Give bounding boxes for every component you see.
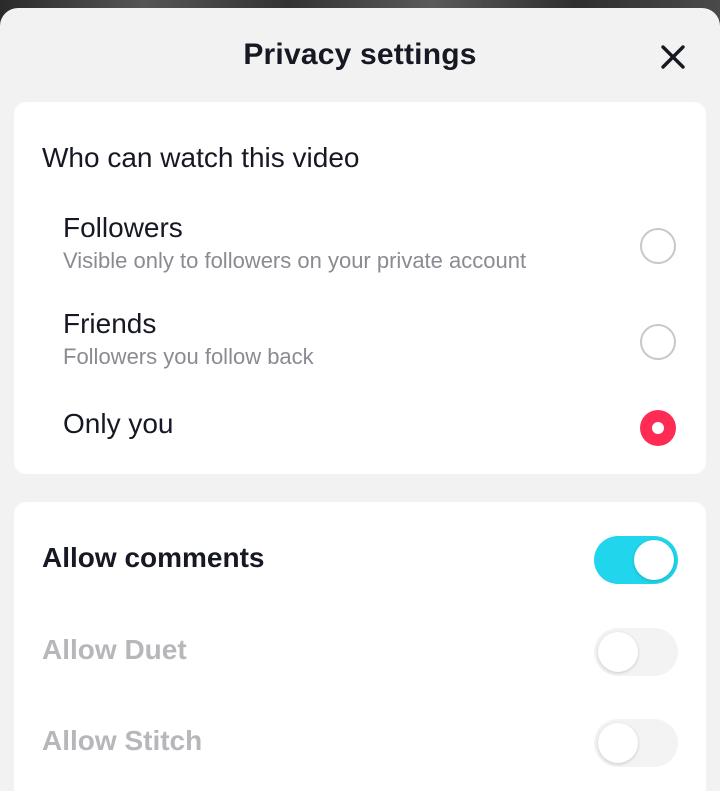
option-friends[interactable]: Friends Followers you follow back	[14, 294, 706, 374]
toggle-label: Allow Stitch	[42, 725, 203, 756]
toggle-knob	[634, 540, 674, 580]
close-icon	[661, 45, 685, 69]
sheet-header: Privacy settings	[0, 8, 720, 100]
section-title-who-can-watch: Who can watch this video	[42, 142, 360, 173]
toggle-label: Allow comments	[42, 542, 265, 573]
toggle-row-allow-stitch: Allow Stitch	[14, 711, 706, 771]
radio-friends[interactable]	[640, 324, 676, 360]
option-label: Only you	[63, 408, 174, 439]
option-followers[interactable]: Followers Visible only to followers on y…	[14, 198, 706, 278]
toggle-knob	[598, 723, 638, 763]
radio-followers[interactable]	[640, 228, 676, 264]
option-sublabel: Visible only to followers on your privat…	[63, 248, 527, 273]
privacy-settings-sheet: Privacy settings Who can watch this vide…	[0, 8, 720, 791]
toggle-row-allow-comments: Allow comments	[14, 528, 706, 588]
option-label: Friends	[63, 308, 157, 339]
toggle-knob	[598, 632, 638, 672]
option-label: Followers	[63, 212, 183, 243]
allow-stitch-toggle[interactable]	[594, 719, 678, 767]
toggle-row-allow-duet: Allow Duet	[14, 620, 706, 680]
option-sublabel: Followers you follow back	[63, 344, 314, 369]
toggle-label: Allow Duet	[42, 634, 187, 665]
allow-duet-toggle[interactable]	[594, 628, 678, 676]
sheet-title: Privacy settings	[243, 38, 477, 71]
option-only-you[interactable]: Only you	[14, 396, 706, 456]
interactions-card: Allow comments Allow Duet Allow Stitch	[14, 502, 706, 791]
radio-only-you-selected[interactable]	[640, 410, 676, 446]
allow-comments-toggle[interactable]	[594, 536, 678, 584]
visibility-card: Who can watch this video Followers Visib…	[14, 102, 706, 474]
close-button[interactable]	[660, 44, 686, 70]
